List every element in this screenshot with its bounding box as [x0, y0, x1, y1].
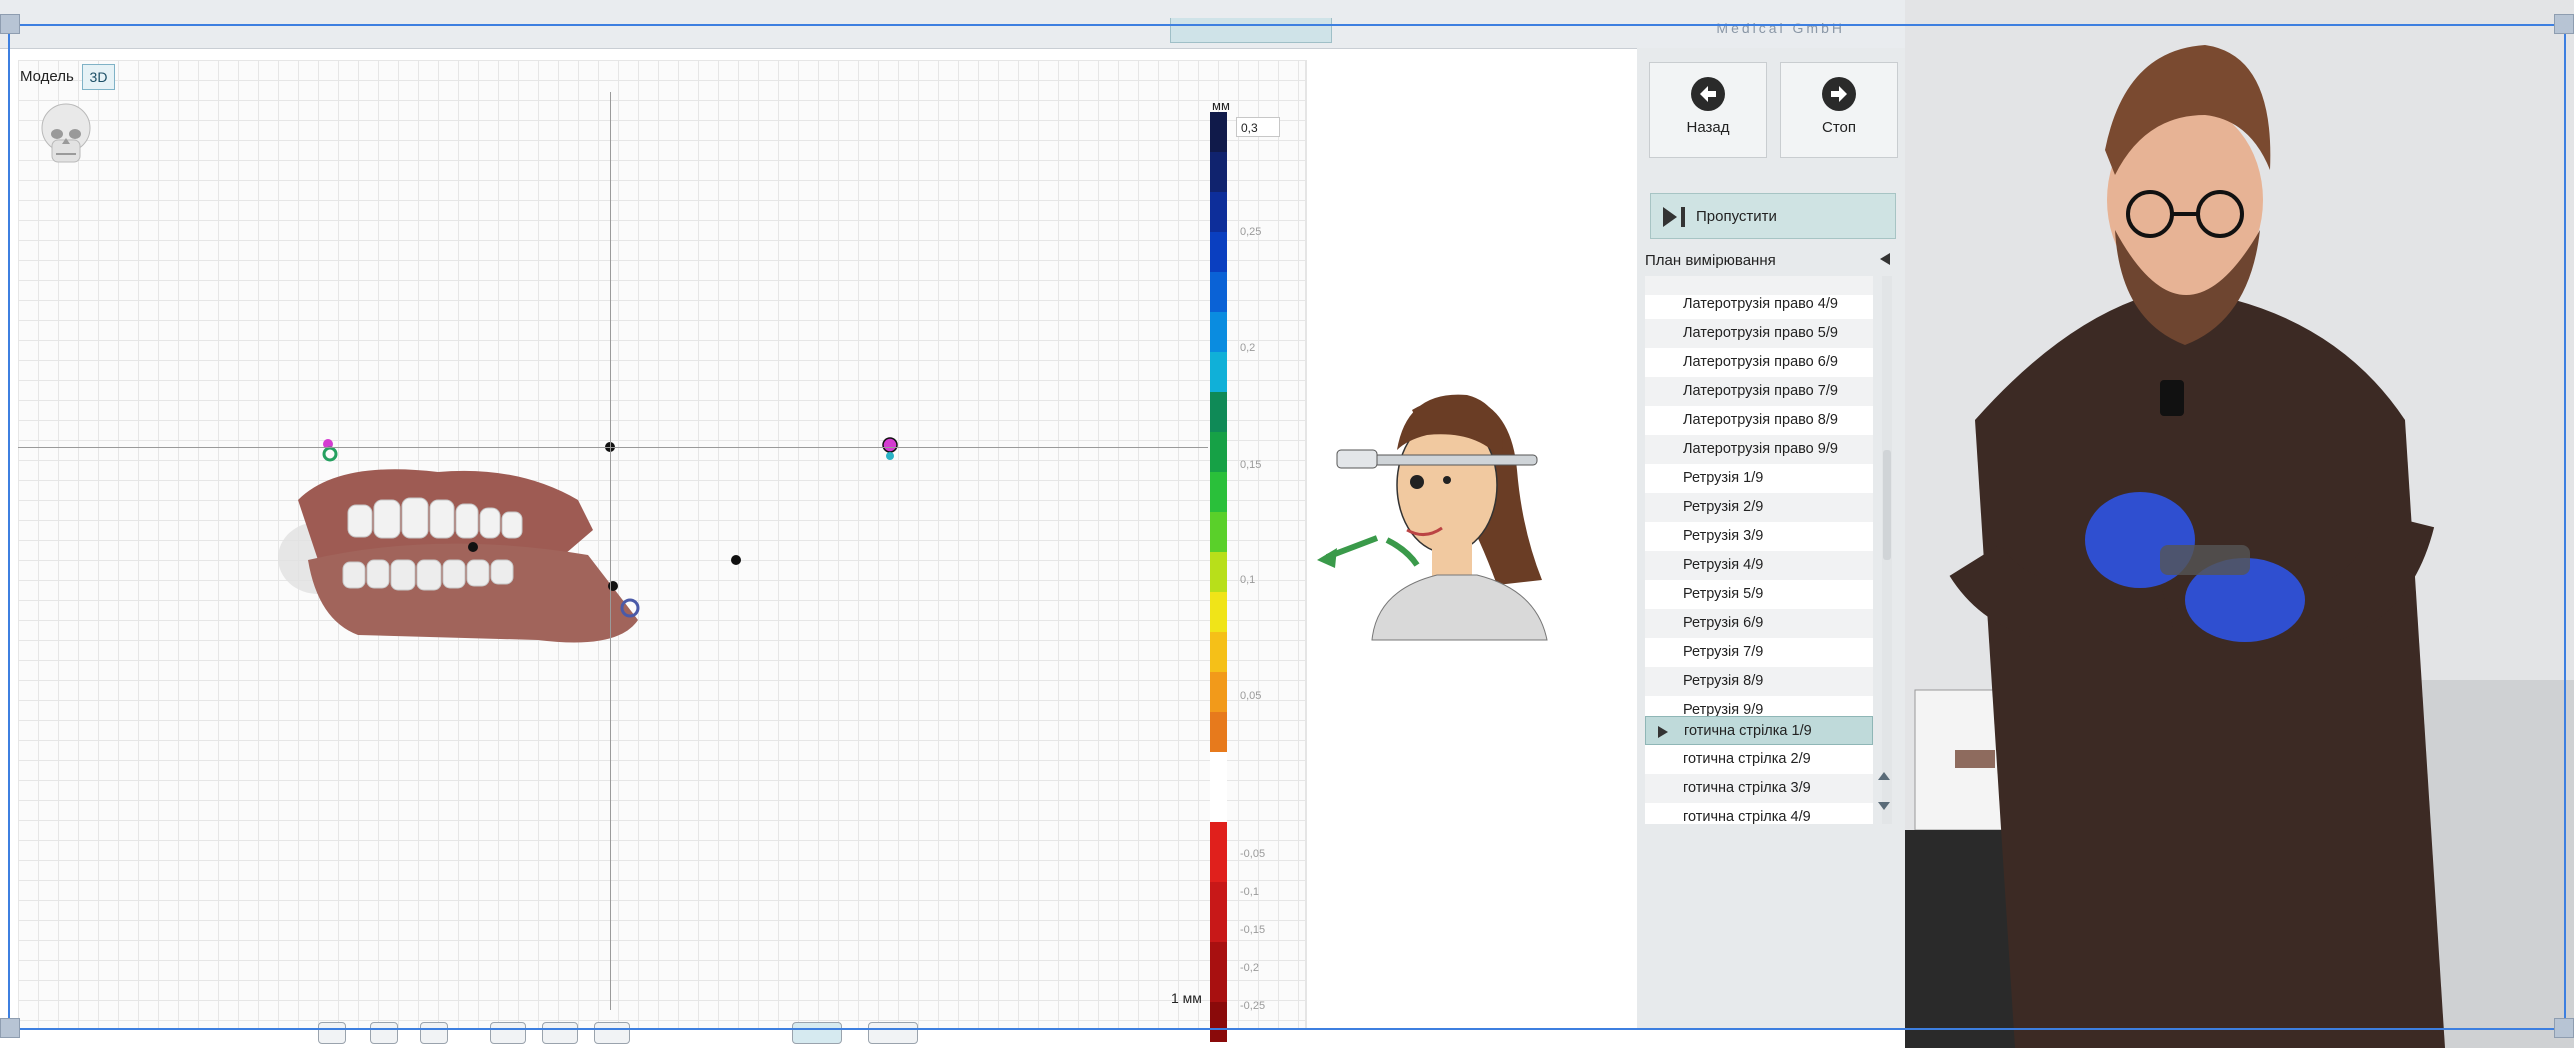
resize-handle[interactable] — [2554, 14, 2574, 34]
resize-handle[interactable] — [0, 1018, 20, 1038]
resize-handle[interactable] — [2554, 1018, 2574, 1038]
resize-handle[interactable] — [0, 14, 20, 34]
selection-frame — [8, 24, 2566, 1030]
